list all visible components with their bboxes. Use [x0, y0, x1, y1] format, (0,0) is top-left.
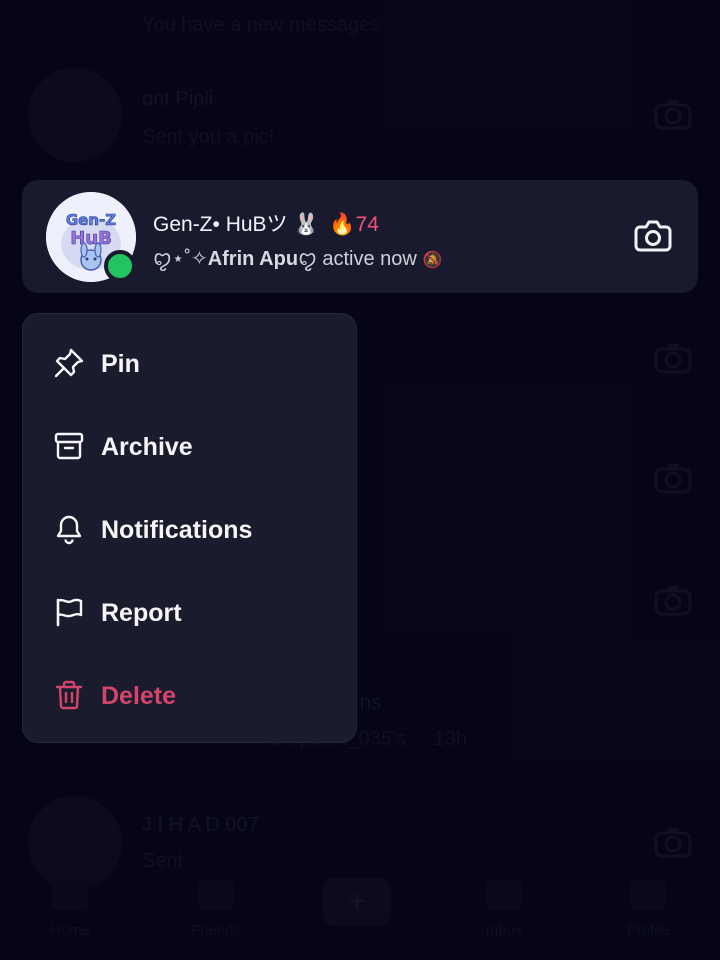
streak-count: 74: [355, 213, 379, 236]
status-suffix: ꨄ︎ active now: [298, 248, 417, 270]
flag-icon: [56, 598, 83, 627]
menu-item-label: Pin: [101, 350, 140, 378]
chat-title: Gen-Z• HuBツ 🐰: [153, 213, 320, 236]
chat-name: Gen-Z• HuBツ 🐰 🔥74: [153, 208, 379, 238]
menu-item-report[interactable]: Report: [53, 582, 343, 642]
status-username: Afrin Apu: [207, 248, 299, 270]
bell-icon: [56, 515, 82, 545]
menu-item-label: Notifications: [101, 516, 253, 544]
trash-icon: [55, 680, 83, 710]
menu-item-label: Report: [101, 599, 182, 627]
online-status-dot: [104, 250, 136, 282]
chat-activity-status: ꨄ︎⋆˚✧Afrin Apuꨄ︎ active now 🔕: [153, 244, 442, 273]
fire-icon: 🔥: [329, 213, 356, 236]
chat-context-menu: Pin Archive Notifications Report Delete: [22, 313, 357, 743]
menu-item-label: Archive: [101, 433, 193, 461]
menu-item-archive[interactable]: Archive: [53, 416, 343, 476]
pin-icon: [54, 348, 84, 378]
inbox-screen: You have a new messages ont Pipli Sent y…: [0, 0, 720, 960]
muted-bell-icon: 🔕: [422, 252, 443, 269]
streak-badge: 🔥74: [329, 213, 379, 236]
logo-text-bottom: HuB: [70, 228, 112, 249]
status-prefix: ꨄ︎⋆˚✧: [153, 248, 208, 270]
menu-item-delete[interactable]: Delete: [53, 665, 343, 725]
menu-item-label: Delete: [101, 682, 177, 710]
camera-icon[interactable]: [634, 218, 672, 252]
menu-item-notifications[interactable]: Notifications: [53, 499, 343, 559]
logo-text-top: Gen-Z: [66, 211, 116, 229]
menu-item-pin[interactable]: Pin: [53, 333, 343, 393]
archive-icon: [54, 432, 84, 460]
